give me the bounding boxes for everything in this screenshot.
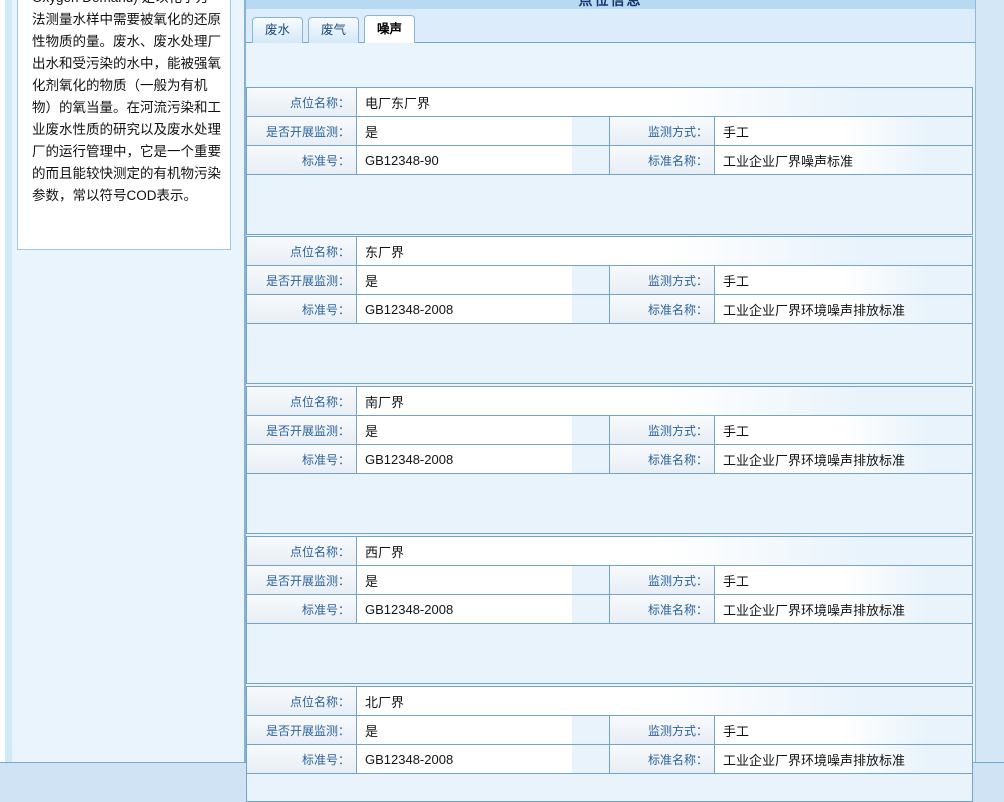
row-spacer bbox=[572, 295, 610, 323]
point-name-value: 北厂界 bbox=[357, 687, 972, 715]
point-name-value: 西厂界 bbox=[357, 537, 972, 565]
point-info-block: 点位名称： 电厂东厂界 是否开展监测： 是 监测方式： 手工 标准号： GB12… bbox=[246, 87, 973, 235]
panel-header: 点位信息 bbox=[246, 0, 975, 9]
monitoring-method-value: 手工 bbox=[715, 416, 972, 444]
monitoring-method-label: 监测方式： bbox=[610, 416, 715, 444]
monitoring-row: 是否开展监测： 是 监测方式： 手工 bbox=[247, 566, 972, 595]
point-name-row: 点位名称： 北厂界 bbox=[247, 687, 972, 716]
monitoring-carried-out-label: 是否开展监测： bbox=[247, 416, 357, 444]
monitoring-carried-out-value: 是 bbox=[357, 416, 572, 444]
row-spacer bbox=[572, 595, 610, 623]
point-name-row: 点位名称： 西厂界 bbox=[247, 537, 972, 566]
monitoring-method-label: 监测方式： bbox=[610, 117, 715, 145]
standard-no-label: 标准号： bbox=[247, 295, 357, 323]
monitoring-method-label: 监测方式： bbox=[610, 266, 715, 294]
cod-description-panel: Oxygen Demand) 是以化学方法测量水样中需要被氧化的还原性物质的量。… bbox=[17, 0, 231, 250]
point-name-label: 点位名称： bbox=[247, 88, 357, 116]
monitoring-method-value: 手工 bbox=[715, 566, 972, 594]
monitoring-row: 是否开展监测： 是 监测方式： 手工 bbox=[247, 117, 972, 146]
standard-no-value: GB12348-2008 bbox=[357, 295, 572, 323]
monitoring-carried-out-value: 是 bbox=[357, 716, 572, 744]
point-name-value: 东厂界 bbox=[357, 237, 972, 265]
standard-no-value: GB12348-90 bbox=[357, 146, 572, 174]
point-name-label: 点位名称： bbox=[247, 687, 357, 715]
tab-noise[interactable]: 噪声 bbox=[364, 15, 415, 43]
point-info-panel: 点位信息 废水废气噪声 点位名称： 电厂东厂界 是否开展监测： 是 监测方式： … bbox=[244, 0, 975, 762]
standard-name-value: 工业企业厂界噪声标准 bbox=[715, 146, 972, 174]
row-spacer bbox=[572, 146, 610, 174]
standard-no-value: GB12348-2008 bbox=[357, 595, 572, 623]
monitoring-method-label: 监测方式： bbox=[610, 566, 715, 594]
standard-no-label: 标准号： bbox=[247, 745, 357, 773]
monitoring-method-value: 手工 bbox=[715, 716, 972, 744]
standard-no-label: 标准号： bbox=[247, 445, 357, 473]
standard-name-label: 标准名称： bbox=[610, 595, 715, 623]
standard-name-value: 工业企业厂界环境噪声排放标准 bbox=[715, 445, 972, 473]
category-tab-strip: 废水废气噪声 bbox=[246, 9, 975, 43]
row-spacer bbox=[572, 416, 610, 444]
standard-name-label: 标准名称： bbox=[610, 745, 715, 773]
point-name-value: 电厂东厂界 bbox=[357, 88, 972, 116]
cod-description-text: Oxygen Demand) 是以化学方法测量水样中需要被氧化的还原性物质的量。… bbox=[32, 0, 221, 203]
standard-no-value: GB12348-2008 bbox=[357, 745, 572, 773]
standard-name-label: 标准名称： bbox=[610, 445, 715, 473]
row-spacer bbox=[572, 566, 610, 594]
monitoring-row: 是否开展监测： 是 监测方式： 手工 bbox=[247, 716, 972, 745]
monitoring-carried-out-value: 是 bbox=[357, 566, 572, 594]
point-name-label: 点位名称： bbox=[247, 237, 357, 265]
monitoring-carried-out-value: 是 bbox=[357, 266, 572, 294]
standard-name-value: 工业企业厂界环境噪声排放标准 bbox=[715, 745, 972, 773]
standard-name-value: 工业企业厂界环境噪声排放标准 bbox=[715, 295, 972, 323]
standard-no-label: 标准号： bbox=[247, 146, 357, 174]
point-name-row: 点位名称： 东厂界 bbox=[247, 237, 972, 266]
point-name-label: 点位名称： bbox=[247, 537, 357, 565]
standard-no-value: GB12348-2008 bbox=[357, 445, 572, 473]
point-name-value: 南厂界 bbox=[357, 387, 972, 415]
point-info-block: 点位名称： 南厂界 是否开展监测： 是 监测方式： 手工 标准号： GB1234… bbox=[246, 386, 973, 534]
standard-row: 标准号： GB12348-90 标准名称： 工业企业厂界噪声标准 bbox=[247, 146, 972, 175]
monitoring-row: 是否开展监测： 是 监测方式： 手工 bbox=[247, 266, 972, 295]
monitoring-carried-out-label: 是否开展监测： bbox=[247, 716, 357, 744]
row-spacer bbox=[572, 117, 610, 145]
point-info-block: 点位名称： 北厂界 是否开展监测： 是 监测方式： 手工 标准号： GB1234… bbox=[246, 686, 973, 802]
monitoring-carried-out-label: 是否开展监测： bbox=[247, 266, 357, 294]
tab-waste-gas[interactable]: 废气 bbox=[308, 17, 359, 43]
monitoring-method-value: 手工 bbox=[715, 266, 972, 294]
row-spacer bbox=[572, 745, 610, 773]
monitoring-row: 是否开展监测： 是 监测方式： 手工 bbox=[247, 416, 972, 445]
point-info-block: 点位名称： 东厂界 是否开展监测： 是 监测方式： 手工 标准号： GB1234… bbox=[246, 236, 973, 384]
standard-row: 标准号： GB12348-2008 标准名称： 工业企业厂界环境噪声排放标准 bbox=[247, 295, 972, 324]
standard-name-value: 工业企业厂界环境噪声排放标准 bbox=[715, 595, 972, 623]
point-name-row: 点位名称： 南厂界 bbox=[247, 387, 972, 416]
left-edge-accent-strip bbox=[5, 0, 12, 762]
monitoring-method-label: 监测方式： bbox=[610, 716, 715, 744]
row-spacer bbox=[572, 266, 610, 294]
standard-no-label: 标准号： bbox=[247, 595, 357, 623]
point-info-block: 点位名称： 西厂界 是否开展监测： 是 监测方式： 手工 标准号： GB1234… bbox=[246, 536, 973, 684]
standard-name-label: 标准名称： bbox=[610, 146, 715, 174]
standard-row: 标准号： GB12348-2008 标准名称： 工业企业厂界环境噪声排放标准 bbox=[247, 445, 972, 474]
monitoring-carried-out-label: 是否开展监测： bbox=[247, 117, 357, 145]
row-spacer bbox=[572, 445, 610, 473]
point-name-label: 点位名称： bbox=[247, 387, 357, 415]
page-title: 点位信息 bbox=[246, 0, 975, 9]
monitoring-carried-out-label: 是否开展监测： bbox=[247, 566, 357, 594]
row-spacer bbox=[572, 716, 610, 744]
tab-wastewater[interactable]: 废水 bbox=[252, 17, 303, 43]
monitoring-carried-out-value: 是 bbox=[357, 117, 572, 145]
point-name-row: 点位名称： 电厂东厂界 bbox=[247, 88, 972, 117]
standard-name-label: 标准名称： bbox=[610, 295, 715, 323]
standard-row: 标准号： GB12348-2008 标准名称： 工业企业厂界环境噪声排放标准 bbox=[247, 595, 972, 624]
right-margin-band bbox=[975, 0, 1004, 770]
monitoring-method-value: 手工 bbox=[715, 117, 972, 145]
